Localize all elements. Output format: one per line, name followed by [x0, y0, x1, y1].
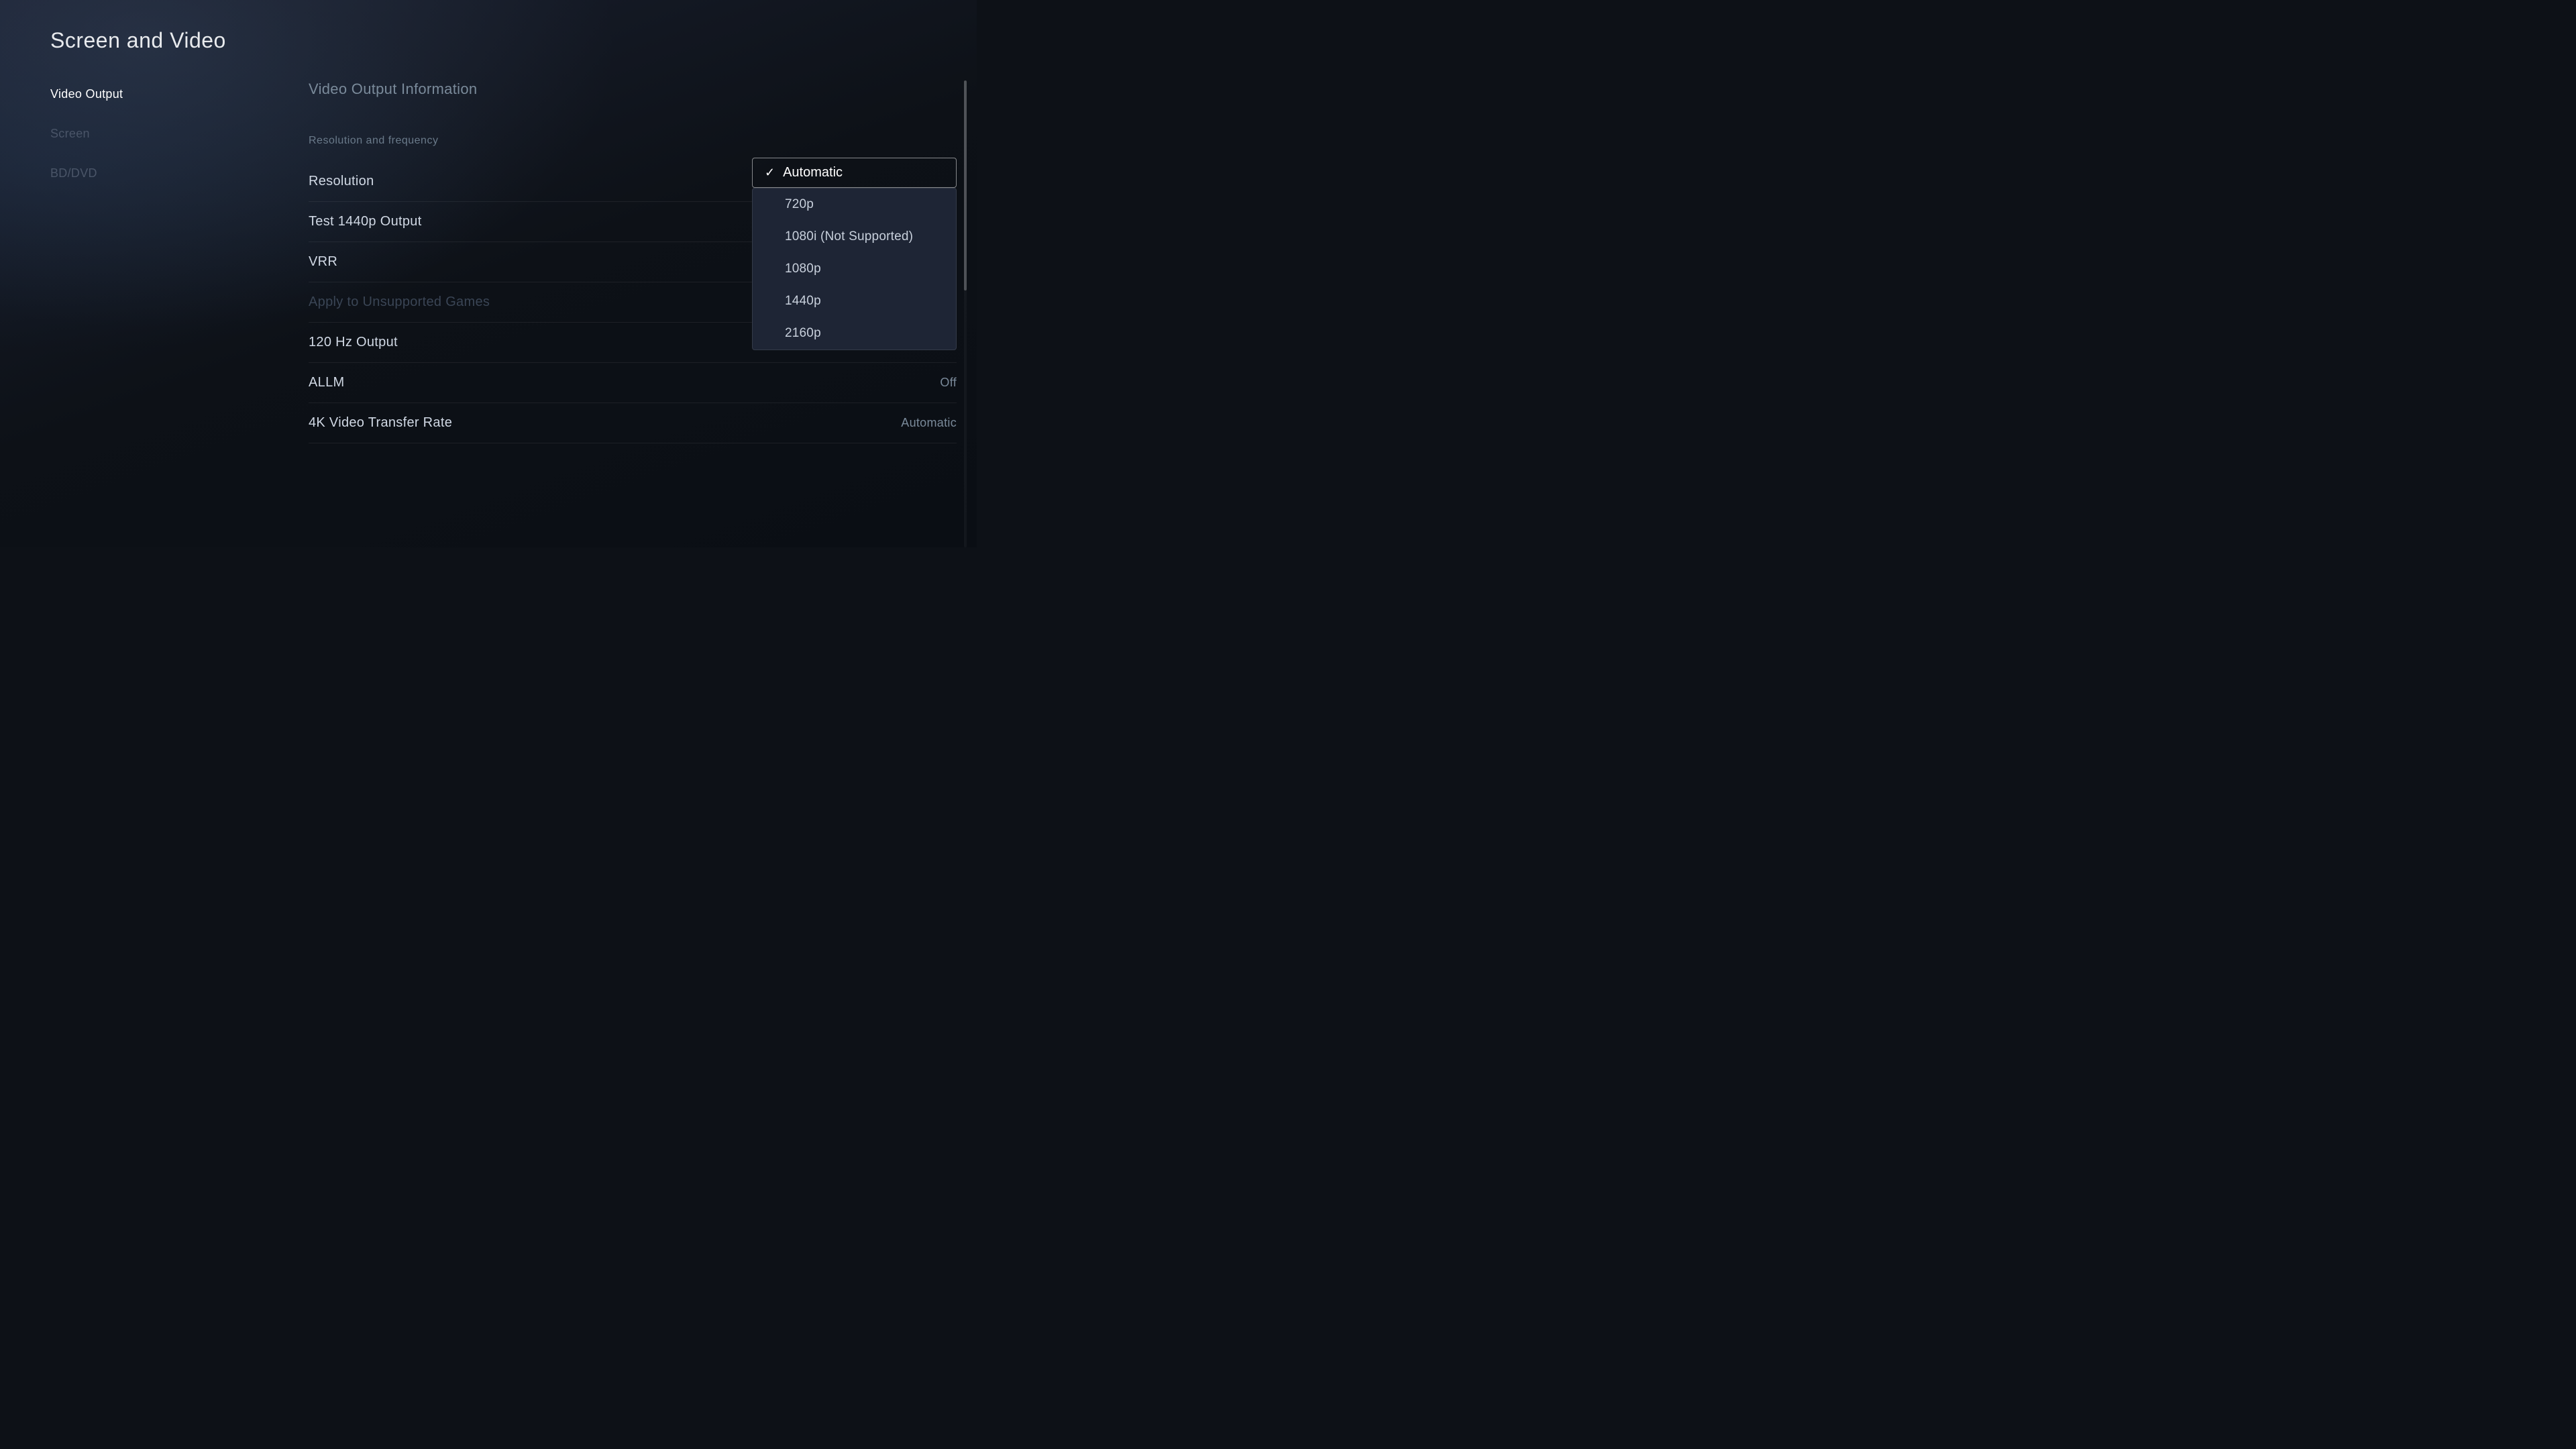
apply-unsupported-label: Apply to Unsupported Games — [309, 294, 490, 310]
resolution-label: Resolution — [309, 174, 374, 189]
sidebar-item-screen[interactable]: Screen — [50, 127, 238, 141]
resolution-dropdown[interactable]: ✓ Automatic 720p 1080i (Not Supported) 1… — [752, 158, 957, 350]
allm-row[interactable]: ALLM Off — [309, 363, 957, 403]
test-1440p-label: Test 1440p Output — [309, 214, 422, 229]
sidebar-item-bddvd[interactable]: BD/DVD — [50, 166, 238, 180]
page-title: Screen and Video — [50, 28, 226, 53]
4k-transfer-row[interactable]: 4K Video Transfer Rate Automatic — [309, 403, 957, 443]
dropdown-menu: 720p 1080i (Not Supported) 1080p 1440p 2… — [752, 188, 957, 350]
section-header: Resolution and frequency — [309, 135, 957, 147]
allm-value: Off — [940, 376, 957, 390]
allm-label: ALLM — [309, 375, 344, 390]
settings-list: Resolution ✓ Automatic 720p 1080i (Not S… — [309, 162, 957, 443]
dropdown-option-2160p[interactable]: 2160p — [753, 317, 956, 350]
scrollbar[interactable] — [964, 80, 967, 547]
dropdown-option-1440p[interactable]: 1440p — [753, 285, 956, 317]
dropdown-selected-item[interactable]: ✓ Automatic — [752, 158, 957, 188]
sidebar: Video Output Screen BD/DVD — [50, 87, 238, 180]
dropdown-option-1080i[interactable]: 1080i (Not Supported) — [753, 221, 956, 253]
dropdown-selected-label: Automatic — [783, 165, 843, 180]
main-content: Video Output Information Resolution and … — [309, 80, 957, 547]
dropdown-option-1080p[interactable]: 1080p — [753, 253, 956, 285]
120hz-label: 120 Hz Output — [309, 335, 398, 350]
sidebar-item-video-output[interactable]: Video Output — [50, 87, 238, 101]
scrollbar-thumb — [964, 80, 967, 290]
vrr-label: VRR — [309, 254, 337, 270]
4k-transfer-value: Automatic — [901, 416, 957, 430]
check-icon: ✓ — [765, 166, 775, 180]
4k-transfer-label: 4K Video Transfer Rate — [309, 415, 452, 431]
resolution-row[interactable]: Resolution ✓ Automatic 720p 1080i (Not S… — [309, 162, 957, 202]
dropdown-option-720p[interactable]: 720p — [753, 189, 956, 221]
video-output-info-link[interactable]: Video Output Information — [309, 80, 957, 98]
